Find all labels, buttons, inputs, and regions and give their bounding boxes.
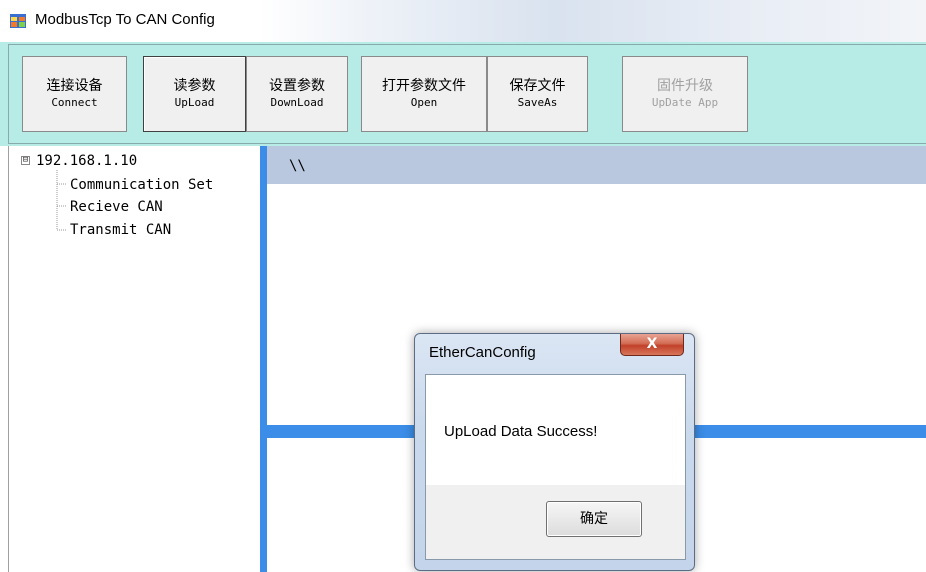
- save-as-button-cn-label: 保存文件: [509, 78, 566, 94]
- tree-item-communication-set[interactable]: Communication Set: [70, 176, 213, 194]
- close-icon: X: [646, 336, 658, 352]
- upload-button-en-label: UpLoad: [174, 96, 215, 109]
- splitter-gap: [244, 146, 261, 572]
- connect-button[interactable]: 连接设备 Connect: [22, 56, 127, 132]
- update-app-button[interactable]: 固件升级 UpDate App: [622, 56, 748, 132]
- dialog-body: UpLoad Data Success! 确定: [425, 374, 686, 560]
- tree-root-ip[interactable]: 192.168.1.10: [36, 152, 137, 170]
- upload-button[interactable]: 读参数 UpLoad: [143, 56, 246, 132]
- download-button[interactable]: 设置参数 DownLoad: [246, 56, 348, 132]
- device-tree: ⊟ 192.168.1.10 Communication Set Recieve…: [8, 146, 244, 572]
- update-app-button-en-label: UpDate App: [651, 96, 719, 109]
- dialog-close-button[interactable]: X: [620, 334, 684, 356]
- dialog-footer: 确定: [426, 485, 685, 559]
- vertical-splitter[interactable]: [260, 146, 267, 572]
- download-button-en-label: DownLoad: [270, 96, 324, 109]
- tree-item-recieve-can[interactable]: Recieve CAN: [70, 198, 163, 216]
- download-button-cn-label: 设置参数: [269, 78, 325, 94]
- tree-collapse-toggle[interactable]: ⊟: [21, 156, 30, 165]
- dialog-message: UpLoad Data Success!: [444, 423, 598, 440]
- upload-button-cn-label: 读参数: [173, 78, 216, 94]
- open-file-button[interactable]: 打开参数文件 Open: [361, 56, 487, 132]
- app-window-icon: [10, 14, 26, 28]
- open-file-button-cn-label: 打开参数文件: [382, 78, 466, 94]
- window-title: ModbusTcp To CAN Config: [35, 11, 215, 28]
- tree-item-transmit-can[interactable]: Transmit CAN: [70, 221, 171, 239]
- path-bar: \\: [267, 146, 926, 184]
- dialog-title: EtherCanConfig: [429, 344, 536, 361]
- update-app-button-cn-label: 固件升级: [657, 78, 713, 94]
- title-bar: ModbusTcp To CAN Config: [0, 0, 926, 42]
- message-dialog: EtherCanConfig X UpLoad Data Success! 确定: [414, 333, 695, 571]
- connect-button-cn-label: 连接设备: [46, 78, 103, 94]
- save-as-button-en-label: SaveAs: [517, 96, 558, 109]
- open-file-button-en-label: Open: [410, 96, 438, 109]
- connect-button-en-label: Connect: [51, 96, 98, 109]
- ok-button[interactable]: 确定: [546, 501, 642, 537]
- path-text: \\: [289, 158, 306, 174]
- save-as-button[interactable]: 保存文件 SaveAs: [487, 56, 588, 132]
